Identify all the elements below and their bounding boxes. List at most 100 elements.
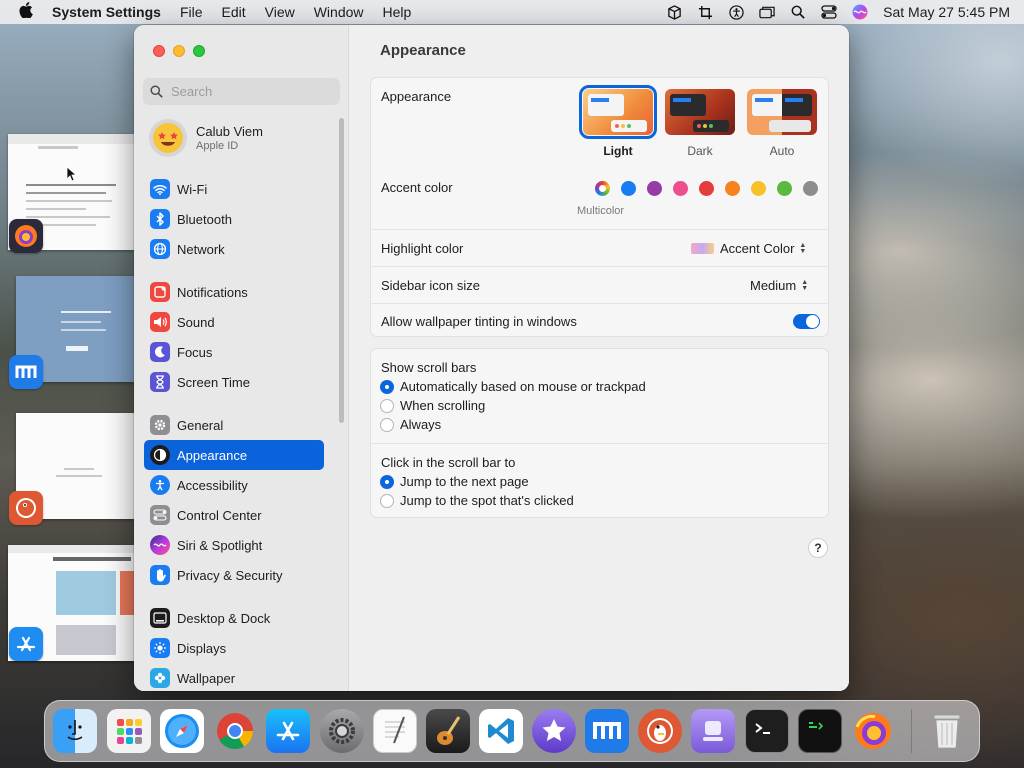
appearance-option-dark[interactable]: Dark	[663, 89, 737, 158]
sidebar-item-siri-spotlight[interactable]: Siri & Spotlight	[144, 530, 324, 560]
accent-swatch-pink[interactable]	[673, 181, 688, 196]
radio-label: Always	[400, 417, 442, 432]
help-button[interactable]: ?	[808, 538, 828, 558]
dock-icon	[150, 608, 170, 628]
zoom-window-button[interactable]	[193, 45, 205, 57]
terminal-icon[interactable]	[745, 709, 789, 753]
accent-swatch-red[interactable]	[699, 181, 714, 196]
wallpaper-tinting-toggle[interactable]	[793, 314, 820, 329]
radio-button[interactable]	[380, 474, 394, 489]
accent-swatch-graphite[interactable]	[803, 181, 818, 196]
sidebar-item-sound[interactable]: Sound	[144, 307, 324, 337]
crop-status-icon[interactable]	[697, 4, 713, 20]
appearance-option-light[interactable]: Light	[579, 85, 657, 158]
sidebar-item-label: Wallpaper	[177, 670, 236, 686]
click-scroll-option-next-page[interactable]: Jump to the next page	[380, 474, 529, 489]
radio-button[interactable]	[380, 493, 394, 508]
sidebar-item-wifi[interactable]: Wi-Fi	[144, 174, 324, 204]
click-scroll-option-clicked-spot[interactable]: Jump to the spot that's clicked	[380, 493, 574, 508]
menu-window[interactable]: Window	[314, 4, 364, 20]
app-store-icon[interactable]	[266, 709, 310, 753]
app-store-thumbnail-icon[interactable]	[9, 627, 43, 661]
chevron-updown-icon: ▲ ▼	[799, 241, 807, 255]
sidebar-icon-size-popup[interactable]: Medium ▲ ▼	[750, 278, 808, 293]
script-editor-icon[interactable]	[798, 709, 842, 753]
radio-button[interactable]	[380, 379, 394, 394]
maxthon-icon[interactable]	[585, 709, 629, 753]
auto-theme-preview	[747, 89, 817, 135]
accent-swatch-purple[interactable]	[647, 181, 662, 196]
scroll-bars-option-always[interactable]: Always	[380, 417, 441, 432]
page-title: Appearance	[380, 42, 466, 59]
sidebar-item-bluetooth[interactable]: Bluetooth	[144, 204, 324, 234]
menu-edit[interactable]: Edit	[222, 4, 246, 20]
menu-view[interactable]: View	[265, 4, 295, 20]
accent-swatch-multicolor[interactable]	[595, 181, 610, 196]
duckduckgo-icon[interactable]	[638, 709, 682, 753]
imovie-star-icon[interactable]	[532, 709, 576, 753]
wifi-icon	[150, 179, 170, 199]
cube-status-icon[interactable]	[666, 4, 682, 20]
launchpad-icon[interactable]	[107, 709, 151, 753]
windows-status-icon[interactable]	[759, 4, 775, 20]
sidebar-item-network[interactable]: Network	[144, 234, 324, 264]
highlight-color-row: Highlight color Accent Color ▲ ▼	[371, 229, 828, 266]
sidebar-item-notifications[interactable]: Notifications	[144, 277, 324, 307]
siri-status-icon[interactable]	[852, 4, 868, 20]
duckduckgo-thumbnail-icon[interactable]	[9, 491, 43, 525]
search-input[interactable]	[171, 84, 331, 99]
accent-swatch-green[interactable]	[777, 181, 792, 196]
apple-id-profile[interactable]: Calub Viem Apple ID	[149, 119, 263, 157]
appearance-option-auto[interactable]: Auto	[745, 89, 819, 158]
sidebar-item-displays[interactable]: Displays	[144, 633, 324, 663]
sun-icon	[150, 638, 170, 658]
sidebar-item-general[interactable]: General	[144, 410, 324, 440]
sidebar-item-focus[interactable]: Focus	[144, 337, 324, 367]
search-icon	[150, 85, 163, 98]
hourglass-icon	[150, 372, 170, 392]
accent-swatch-blue[interactable]	[621, 181, 636, 196]
chrome-icon[interactable]	[213, 709, 257, 753]
scroll-bars-option-when-scrolling[interactable]: When scrolling	[380, 398, 485, 413]
sidebar-item-privacy-security[interactable]: Privacy & Security	[144, 560, 324, 590]
highlight-color-swatch	[691, 243, 714, 254]
firefox-icon[interactable]	[851, 709, 895, 753]
maxthon-thumbnail-icon[interactable]	[9, 355, 43, 389]
search-status-icon[interactable]	[790, 4, 806, 20]
garageband-icon[interactable]	[426, 709, 470, 753]
apple-menu-icon[interactable]	[18, 2, 40, 22]
textedit-icon[interactable]	[373, 709, 417, 753]
radio-button[interactable]	[380, 417, 394, 432]
safari-icon[interactable]	[160, 709, 204, 753]
accent-swatch-yellow[interactable]	[751, 181, 766, 196]
sidebar-item-control-center[interactable]: Control Center	[144, 500, 324, 530]
menu-file[interactable]: File	[180, 4, 203, 20]
control-center-status-icon[interactable]	[821, 4, 837, 20]
accessibility-status-icon[interactable]	[728, 4, 744, 20]
sidebar-item-desktop-dock[interactable]: Desktop & Dock	[144, 603, 324, 633]
sidebar-scrollbar[interactable]	[339, 118, 344, 423]
system-settings-icon[interactable]	[320, 709, 364, 753]
close-window-button[interactable]	[153, 45, 165, 57]
scroll-bars-option-automatic[interactable]: Automatically based on mouse or trackpad	[380, 379, 646, 394]
trash-icon[interactable]	[925, 709, 969, 753]
accent-swatch-orange[interactable]	[725, 181, 740, 196]
sidebar-item-appearance[interactable]: Appearance	[144, 440, 324, 470]
highlight-color-popup[interactable]: Accent Color ▲ ▼	[691, 241, 806, 256]
finder-icon[interactable]	[53, 709, 97, 753]
click-scroll-bar-row: Click in the scroll bar to Jump to the n…	[371, 443, 828, 518]
vscode-icon[interactable]	[479, 709, 523, 753]
menu-clock[interactable]: Sat May 27 5:45 PM	[883, 4, 1010, 20]
minimize-window-button[interactable]	[173, 45, 185, 57]
firefox-thumbnail-icon[interactable]	[9, 219, 43, 253]
podcast-capture-icon[interactable]	[691, 709, 735, 753]
menu-app-name[interactable]: System Settings	[52, 4, 161, 20]
sidebar-item-wallpaper[interactable]: Wallpaper	[144, 663, 324, 691]
sidebar-item-accessibility[interactable]: Accessibility	[144, 470, 324, 500]
sidebar-item-screen-time[interactable]: Screen Time	[144, 367, 324, 397]
radio-label: Jump to the next page	[400, 474, 529, 489]
menu-help[interactable]: Help	[383, 4, 412, 20]
radio-button[interactable]	[380, 398, 394, 413]
dock	[44, 700, 980, 762]
search-field[interactable]	[143, 78, 340, 105]
